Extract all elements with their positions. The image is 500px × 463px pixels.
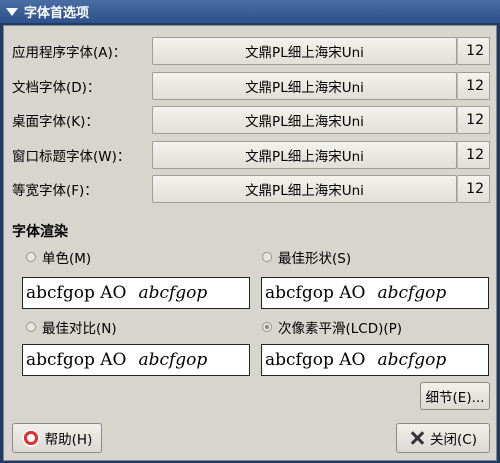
font-picker-button[interactable]: 文鼎PL细上海宋Uni xyxy=(152,72,457,100)
radio-label: 次像素平滑(LCD)(P) xyxy=(278,321,403,337)
radio-indicator[interactable] xyxy=(262,322,272,332)
sample-subpixel[interactable]: abcfgop AO abcfgop xyxy=(261,344,489,376)
font-picker-button[interactable]: 文鼎PL细上海宋Uni xyxy=(152,106,457,134)
lifebuoy-icon xyxy=(21,429,40,447)
font-size-button[interactable]: 12 xyxy=(457,106,490,134)
close-button[interactable]: 关闭(C) xyxy=(396,423,490,453)
sample-best-shapes[interactable]: abcfgop AO abcfgop xyxy=(261,277,489,309)
font-size-button[interactable]: 12 xyxy=(457,175,490,203)
font-label: 文档字体(D)： xyxy=(12,80,101,96)
window-menu-icon[interactable] xyxy=(6,7,18,16)
font-row-application: 应用程序字体(A)： 文鼎PL细上海宋Uni 12 xyxy=(12,36,490,66)
sample-text: abcfgop AO xyxy=(265,283,366,303)
font-label: 应用程序字体(A)： xyxy=(12,45,127,61)
sample-italic-text: abcfgop xyxy=(377,350,447,370)
font-row-document: 文档字体(D)： 文鼎PL细上海宋Uni 12 xyxy=(12,71,490,101)
radio-monochrome[interactable]: 单色(M) xyxy=(26,247,91,267)
details-button-label: 细节(E)... xyxy=(425,390,485,406)
radio-label: 最佳对比(N) xyxy=(42,321,117,337)
font-size-button[interactable]: 12 xyxy=(457,141,490,169)
help-button[interactable]: 帮助(H) xyxy=(12,423,102,453)
font-preferences-window: 字体首选项 应用程序字体(A)： 文鼎PL细上海宋Uni 12 文档字体(D)：… xyxy=(0,0,500,463)
font-label: 桌面字体(K)： xyxy=(12,114,99,130)
radio-best-shapes[interactable]: 最佳形状(S) xyxy=(262,247,351,267)
radio-best-contrast[interactable]: 最佳对比(N) xyxy=(26,317,117,337)
rendering-section-title: 字体渲染 xyxy=(12,224,68,240)
close-icon xyxy=(409,430,425,446)
title-bar[interactable]: 字体首选项 xyxy=(0,0,500,23)
close-button-label: 关闭(C) xyxy=(430,432,477,448)
radio-subpixel[interactable]: 次像素平滑(LCD)(P) xyxy=(262,317,402,337)
sample-best-contrast[interactable]: abcfgop AO abcfgop xyxy=(22,344,250,376)
dialog-body: 应用程序字体(A)： 文鼎PL细上海宋Uni 12 文档字体(D)： 文鼎PL细… xyxy=(3,25,497,461)
font-label: 窗口标题字体(W)： xyxy=(12,149,131,165)
radio-indicator[interactable] xyxy=(26,322,36,332)
font-label: 等宽字体(F)： xyxy=(12,183,98,199)
font-picker-button[interactable]: 文鼎PL细上海宋Uni xyxy=(152,141,457,169)
font-row-monospace: 等宽字体(F)： 文鼎PL细上海宋Uni 12 xyxy=(12,174,490,204)
sample-monochrome[interactable]: abcfgop AO abcfgop xyxy=(22,277,250,309)
font-picker-button[interactable]: 文鼎PL细上海宋Uni xyxy=(152,37,457,65)
radio-indicator[interactable] xyxy=(262,252,272,262)
sample-text: abcfgop AO xyxy=(265,350,366,370)
font-size-button[interactable]: 12 xyxy=(457,72,490,100)
font-picker-button[interactable]: 文鼎PL细上海宋Uni xyxy=(152,175,457,203)
font-row-desktop: 桌面字体(K)： 文鼎PL细上海宋Uni 12 xyxy=(12,105,490,135)
radio-label: 单色(M) xyxy=(42,251,92,267)
sample-text: abcfgop AO xyxy=(26,350,127,370)
font-row-window-title: 窗口标题字体(W)： 文鼎PL细上海宋Uni 12 xyxy=(12,140,490,170)
radio-indicator[interactable] xyxy=(26,252,36,262)
sample-italic-text: abcfgop xyxy=(377,283,447,303)
font-size-button[interactable]: 12 xyxy=(457,37,490,65)
sample-italic-text: abcfgop xyxy=(138,283,208,303)
window-title: 字体首选项 xyxy=(24,6,90,21)
radio-label: 最佳形状(S) xyxy=(278,251,352,267)
sample-italic-text: abcfgop xyxy=(138,350,208,370)
sample-text: abcfgop AO xyxy=(26,283,127,303)
help-button-label: 帮助(H) xyxy=(44,432,93,448)
details-button[interactable]: 细节(E)... xyxy=(420,382,490,410)
